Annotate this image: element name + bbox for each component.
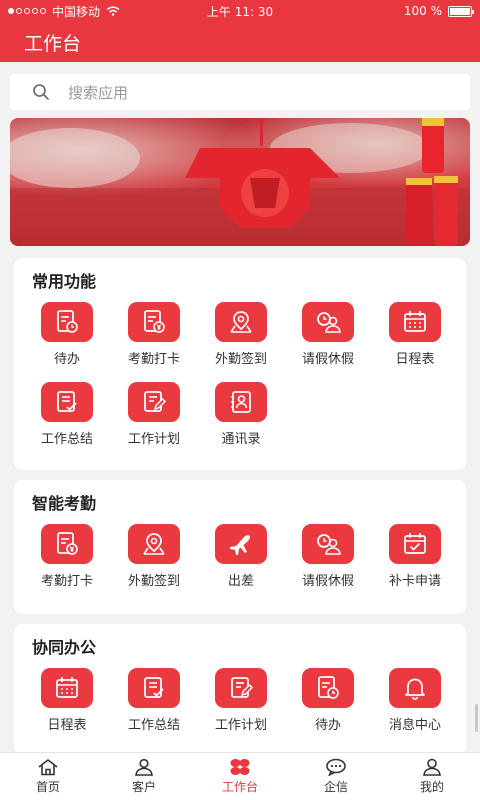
section-collaboration: 协同办公 日程表 工作总结 工作计划 待办 消息中心 (14, 624, 466, 754)
app-todo[interactable]: 待办 (283, 668, 373, 733)
yen-doc-icon (41, 524, 93, 564)
scrollbar[interactable] (475, 704, 478, 732)
check-doc-icon (41, 382, 93, 422)
workbench-icon (230, 759, 250, 775)
app-header: 工作台 (0, 22, 480, 62)
app-label: 请假休假 (301, 574, 354, 589)
section-title: 常用功能 (32, 272, 97, 291)
wifi-icon (106, 6, 120, 16)
bottom-tab-bar: 首页 客户 工作台 企信 我的 (0, 752, 480, 800)
app-label: 消息中心 (388, 718, 441, 733)
app-work-plan[interactable]: 工作计划 (109, 382, 199, 447)
app-label: 待办 (314, 718, 341, 733)
battery-label: 100 % (403, 4, 442, 18)
section-smart-attendance: 智能考勤 考勤打卡 外勤签到 出差 请假休假 补卡申请 (14, 480, 466, 614)
clock-doc-icon (41, 302, 93, 342)
app-schedule[interactable]: 日程表 (370, 302, 460, 367)
status-left: 中国移动 (8, 3, 178, 20)
customer-icon (135, 758, 153, 776)
app-label: 工作总结 (40, 432, 93, 447)
clock-doc-icon (302, 668, 354, 708)
app-attendance-clock-in[interactable]: 考勤打卡 (22, 524, 112, 589)
app-leave[interactable]: 请假休假 (283, 524, 373, 589)
app-label: 通讯录 (221, 432, 261, 447)
app-field-check-in[interactable]: 外勤签到 (109, 524, 199, 589)
check-doc-icon (128, 668, 180, 708)
tab-label: 首页 (35, 780, 60, 794)
calendar-icon (389, 302, 441, 342)
app-work-summary[interactable]: 工作总结 (22, 382, 112, 447)
app-field-check-in[interactable]: 外勤签到 (196, 302, 286, 367)
bell-icon (389, 668, 441, 708)
search-icon (33, 84, 49, 100)
app-label: 工作计划 (214, 718, 267, 733)
leave-icon (302, 302, 354, 342)
tab-workbench[interactable]: 工作台 (192, 753, 288, 800)
status-right: 100 % (302, 4, 474, 18)
edit-doc-icon (128, 382, 180, 422)
app-contacts[interactable]: 通讯录 (196, 382, 286, 447)
carrier-label: 中国移动 (52, 4, 101, 19)
tab-profile[interactable]: 我的 (384, 753, 480, 800)
app-label: 考勤打卡 (40, 574, 93, 589)
app-label: 日程表 (47, 718, 87, 733)
app-label: 工作计划 (127, 432, 180, 447)
calendar-icon (41, 668, 93, 708)
signal-icon (8, 8, 46, 14)
section-title: 协同办公 (32, 638, 97, 657)
airplane-icon (215, 524, 267, 564)
yen-doc-icon (128, 302, 180, 342)
search-placeholder: 搜索应用 (68, 83, 129, 102)
contacts-icon (215, 382, 267, 422)
profile-icon (423, 758, 441, 776)
section-common-functions: 常用功能 待办 考勤打卡 外勤签到 请假休假 日程表 工作总结 工作计划 通讯录 (14, 258, 466, 470)
status-bar: 中国移动 上午 11: 30 100 % (0, 0, 480, 22)
map-pin-icon (215, 302, 267, 342)
app-schedule[interactable]: 日程表 (22, 668, 112, 733)
tab-label: 客户 (131, 780, 156, 794)
calendar-check-icon (389, 524, 441, 564)
chat-icon (326, 758, 346, 776)
tab-messaging[interactable]: 企信 (288, 753, 384, 800)
page-title: 工作台 (24, 32, 82, 55)
banner-art (10, 118, 470, 246)
app-label: 待办 (53, 352, 80, 367)
app-todo[interactable]: 待办 (22, 302, 112, 367)
search-input[interactable]: 搜索应用 (10, 74, 470, 110)
home-icon (38, 759, 58, 776)
app-work-plan[interactable]: 工作计划 (196, 668, 286, 733)
map-pin-icon (128, 524, 180, 564)
app-label: 补卡申请 (388, 574, 441, 589)
app-message-center[interactable]: 消息中心 (370, 668, 460, 733)
app-business-trip[interactable]: 出差 (196, 524, 286, 589)
tab-home[interactable]: 首页 (0, 753, 96, 800)
leave-icon (302, 524, 354, 564)
battery-icon (448, 5, 474, 17)
app-label: 出差 (227, 574, 254, 589)
tab-label: 我的 (419, 780, 444, 794)
status-time: 上午 11: 30 (206, 4, 274, 19)
app-attendance-clock-in[interactable]: 考勤打卡 (109, 302, 199, 367)
edit-doc-icon (215, 668, 267, 708)
app-label: 请假休假 (301, 352, 354, 367)
tab-customers[interactable]: 客户 (96, 753, 192, 800)
app-label: 外勤签到 (214, 352, 267, 367)
section-title: 智能考勤 (32, 494, 97, 513)
app-label: 外勤签到 (127, 574, 180, 589)
app-leave[interactable]: 请假休假 (283, 302, 373, 367)
app-missed-punch[interactable]: 补卡申请 (370, 524, 460, 589)
tab-label: 工作台 (221, 780, 258, 794)
app-work-summary[interactable]: 工作总结 (109, 668, 199, 733)
app-label: 日程表 (395, 352, 435, 367)
app-label: 工作总结 (127, 718, 180, 733)
tab-label: 企信 (323, 780, 348, 794)
app-label: 考勤打卡 (127, 352, 180, 367)
banner-image[interactable] (10, 118, 470, 246)
